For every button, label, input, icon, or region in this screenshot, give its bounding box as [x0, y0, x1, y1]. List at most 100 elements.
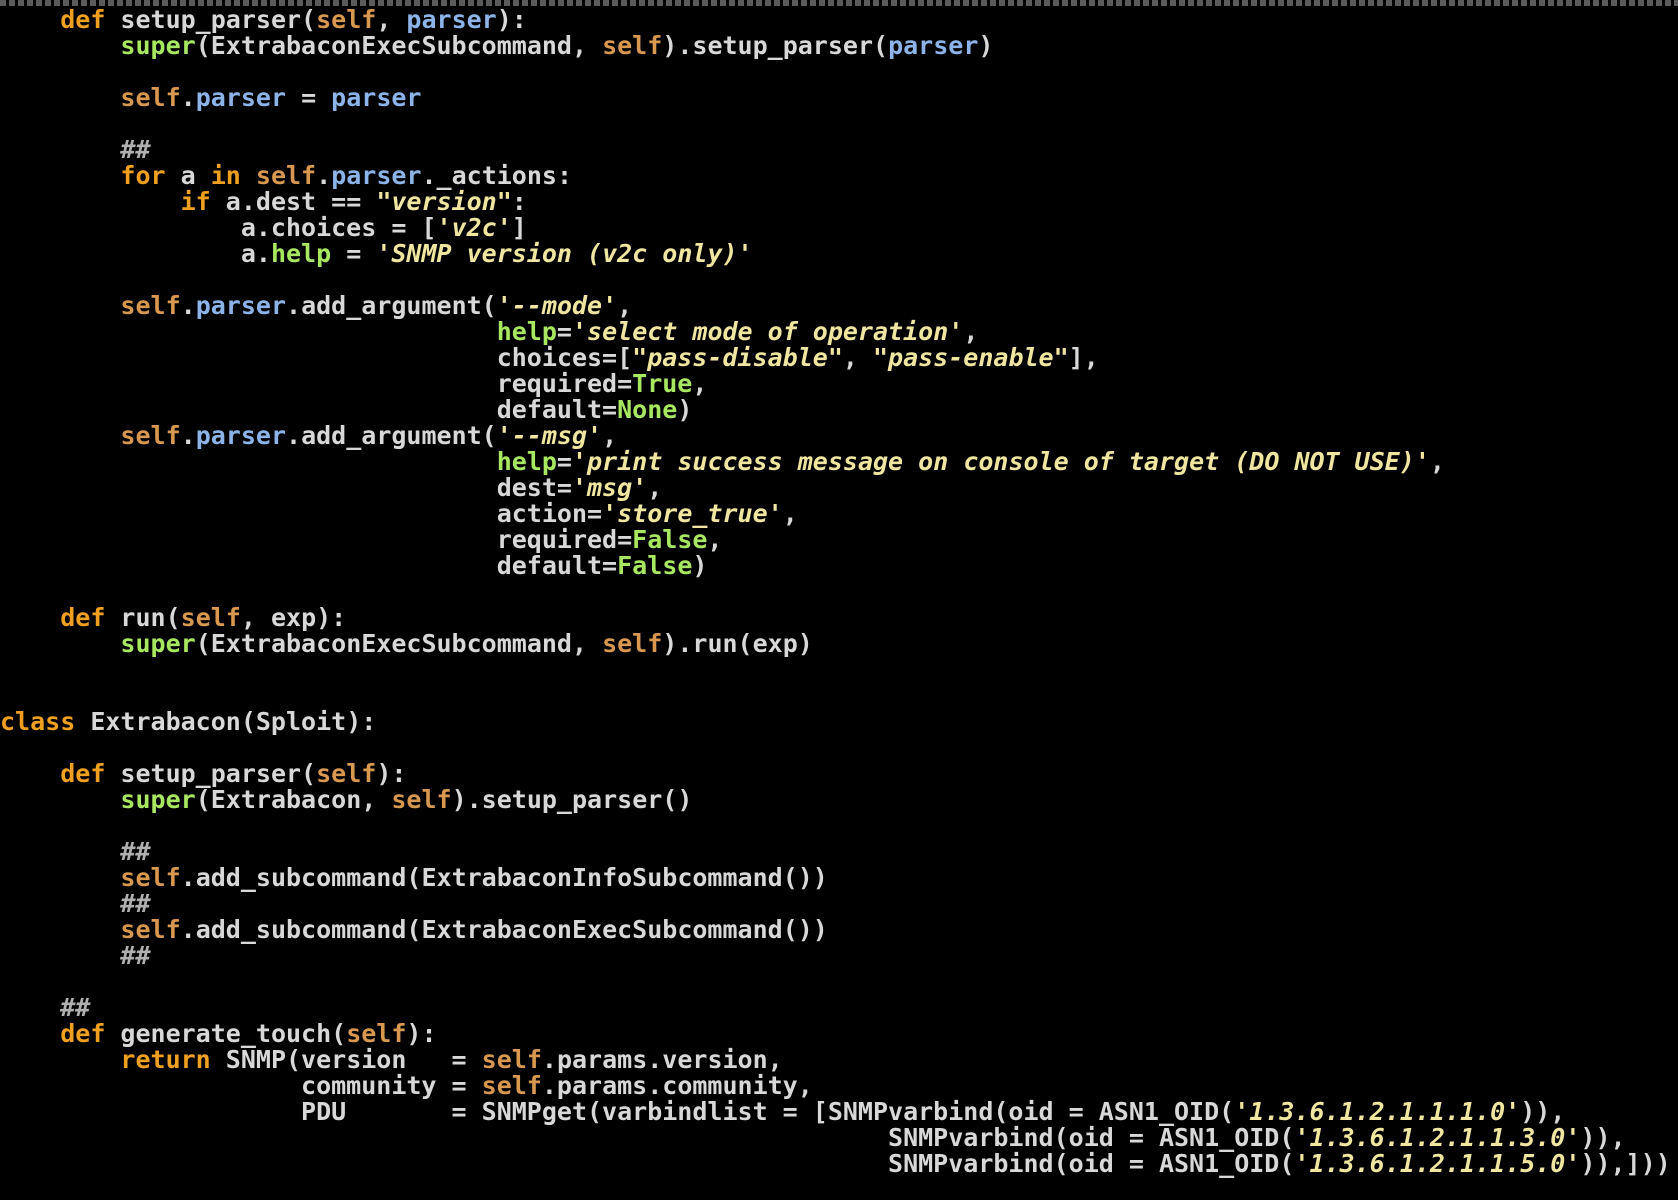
code-token-self: self	[120, 421, 181, 450]
code-token-attr: parser	[195, 291, 287, 320]
code-line: default=None)	[0, 397, 1671, 423]
code-token-txt: (ExtrabaconExecSubcommand,	[195, 31, 603, 60]
code-token-txt: =	[331, 239, 377, 268]
code-token-txt: a.	[0, 239, 271, 268]
code-token-txt: )	[692, 551, 708, 580]
code-token-txt: ,	[782, 499, 798, 528]
code-token-txt: ,	[707, 525, 723, 554]
code-token-bi: super	[120, 629, 196, 658]
code-token-kwv: True	[632, 369, 693, 398]
code-token-kwv: False	[632, 525, 708, 554]
code-token-txt: .add_argument(	[286, 291, 497, 320]
code-token-txt: ,	[842, 343, 873, 372]
code-token-txt: )),	[1520, 1097, 1566, 1126]
code-line: if a.dest == "version":	[0, 189, 1671, 215]
code-token-txt: :	[511, 187, 527, 216]
code-token-self: self	[120, 83, 181, 112]
code-token-txt: setup_parser(	[105, 5, 317, 34]
code-line: self.add_subcommand(ExtrabaconInfoSubcom…	[0, 865, 1671, 891]
code-line: default=False)	[0, 553, 1671, 579]
code-token-self: self	[346, 1019, 407, 1048]
code-token-txt: (ExtrabaconExecSubcommand,	[195, 629, 603, 658]
code-token-attr: parser	[331, 83, 422, 112]
code-token-attr: parser	[195, 421, 287, 450]
code-token-str: '1.3.6.1.2.1.1.5.0'	[1294, 1149, 1581, 1178]
code-line: self.parser = parser	[0, 85, 1671, 111]
code-token-txt: .params.community,	[541, 1071, 813, 1100]
code-token-txt: generate_touch(	[105, 1019, 347, 1048]
code-token-txt: ):	[376, 759, 407, 788]
code-token-txt: ]	[511, 213, 527, 242]
code-token-txt: .	[180, 421, 196, 450]
code-line: community = self.params.community,	[0, 1073, 1671, 1099]
code-token-str: 'msg'	[571, 473, 648, 502]
code-view[interactable]: def setup_parser(self, parser): super(Ex…	[0, 7, 1671, 1177]
code-token-txt: ,	[1429, 447, 1445, 476]
code-token-str: "pass-enable"	[872, 343, 1069, 372]
code-token-kw: if	[180, 187, 211, 216]
code-line: self.parser.add_argument('--msg',	[0, 423, 1671, 449]
code-token-txt: SNMPvarbind(oid = ASN1_OID(	[0, 1123, 1295, 1152]
code-token-txt: ).run(exp)	[662, 629, 813, 658]
code-token-txt: ).setup_parser(	[662, 31, 889, 60]
code-token-txt: run(	[105, 603, 181, 632]
code-token-self: self	[316, 5, 377, 34]
code-token-kw: def	[60, 603, 106, 632]
code-token-self: self	[316, 759, 377, 788]
code-line: ##	[0, 943, 1671, 969]
code-token-txt: setup_parser(	[105, 759, 317, 788]
code-token-txt: ,	[692, 369, 708, 398]
code-token-bi: help	[496, 317, 557, 346]
code-token-txt: =	[556, 447, 572, 476]
code-token-txt: =	[556, 317, 572, 346]
code-token-bi: super	[120, 31, 196, 60]
code-token-txt: PDU = SNMPget(varbindlist = [SNMPvarbind…	[0, 1097, 1235, 1126]
code-token-txt: .add_subcommand(ExtrabaconInfoSubcommand…	[180, 863, 828, 892]
code-token-txt: action=	[0, 499, 603, 528]
code-token-attr: parser	[406, 5, 497, 34]
code-line: PDU = SNMPget(varbindlist = [SNMPvarbind…	[0, 1099, 1671, 1125]
code-token-str: '1.3.6.1.2.1.1.1.0'	[1234, 1097, 1521, 1126]
code-line: super(ExtrabaconExecSubcommand, self).ru…	[0, 631, 1671, 657]
code-token-txt: SNMP(version =	[210, 1045, 482, 1074]
code-token-kwv: None	[617, 395, 678, 424]
code-token-kw: def	[60, 759, 106, 788]
code-line: a.help = 'SNMP version (v2c only)'	[0, 241, 1671, 267]
code-token-txt: community =	[0, 1071, 482, 1100]
code-token-txt: ._actions:	[421, 161, 573, 190]
code-token-kw: def	[60, 1019, 106, 1048]
code-line: SNMPvarbind(oid = ASN1_OID('1.3.6.1.2.1.…	[0, 1151, 1671, 1177]
code-token-txt: )),	[1580, 1123, 1626, 1152]
code-token-txt: .add_subcommand(ExtrabaconExecSubcommand…	[180, 915, 828, 944]
code-token-txt: a.dest ==	[210, 187, 377, 216]
code-token-self: self	[120, 863, 181, 892]
code-token-txt: .	[180, 291, 196, 320]
code-token-cmt: ##	[120, 135, 151, 164]
code-token-self: self	[180, 603, 241, 632]
code-token-attr: parser	[331, 161, 422, 190]
code-line: def setup_parser(self):	[0, 761, 1671, 787]
code-editor[interactable]: def setup_parser(self, parser): super(Ex…	[0, 0, 1678, 1200]
code-token-txt: ):	[406, 1019, 437, 1048]
code-token-txt: )),]))	[1580, 1149, 1671, 1178]
code-token-txt: .add_argument(	[286, 421, 497, 450]
code-token-txt: ,	[647, 473, 663, 502]
